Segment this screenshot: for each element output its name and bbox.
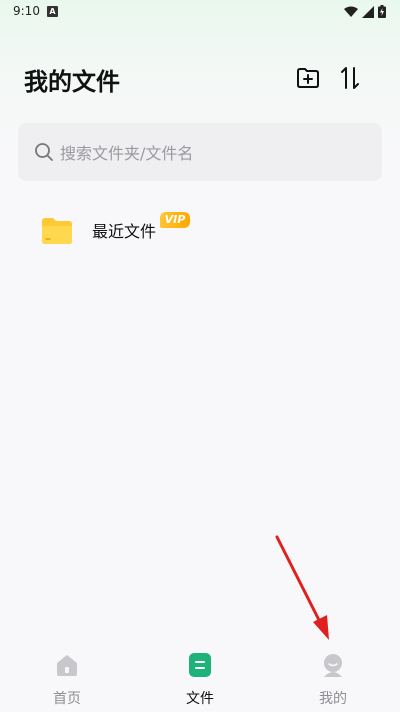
status-bar: 9:10 A bbox=[0, 0, 400, 24]
tab-mine[interactable]: 我的 bbox=[283, 652, 383, 708]
tab-mine-label: 我的 bbox=[319, 691, 347, 707]
status-right bbox=[344, 5, 386, 18]
list-item-recent-files[interactable]: 最近文件 VIP bbox=[40, 210, 190, 250]
page-header: 我的文件 bbox=[0, 56, 400, 104]
home-icon bbox=[57, 655, 77, 676]
tab-home[interactable]: 首页 bbox=[17, 652, 117, 708]
tab-files[interactable]: 文件 bbox=[150, 652, 250, 708]
sort-button[interactable] bbox=[336, 64, 364, 92]
battery-icon bbox=[378, 5, 386, 18]
search-placeholder: 搜索文件夹/文件名 bbox=[60, 144, 194, 163]
file-icon bbox=[189, 653, 211, 677]
vip-badge: VIP bbox=[160, 212, 190, 228]
page-title: 我的文件 bbox=[24, 68, 120, 96]
notification-a-icon: A bbox=[47, 6, 58, 17]
bottom-tab-bar: 首页 文件 我的 bbox=[0, 642, 400, 712]
search-icon bbox=[35, 143, 53, 161]
profile-icon bbox=[324, 654, 342, 677]
tab-files-label: 文件 bbox=[186, 691, 214, 707]
search-input[interactable]: 搜索文件夹/文件名 bbox=[18, 123, 382, 181]
wifi-icon bbox=[344, 6, 358, 17]
tab-home-label: 首页 bbox=[53, 691, 81, 707]
signal-icon bbox=[362, 5, 374, 18]
list-item-label: 最近文件 bbox=[92, 222, 157, 241]
add-folder-button[interactable] bbox=[294, 64, 322, 92]
sort-icon bbox=[341, 67, 359, 89]
folder-icon bbox=[42, 218, 72, 244]
folder-add-icon bbox=[297, 68, 319, 88]
status-time: 9:10 bbox=[13, 4, 40, 18]
